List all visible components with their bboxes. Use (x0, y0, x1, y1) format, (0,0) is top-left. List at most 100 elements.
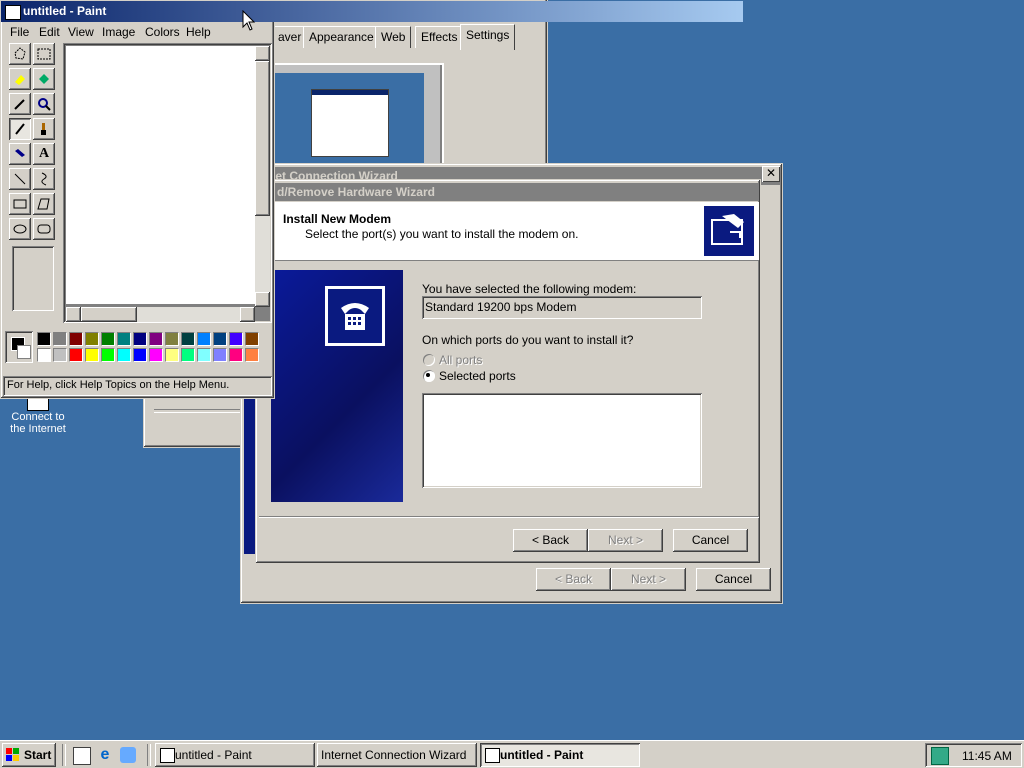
palette-swatch[interactable] (85, 332, 99, 346)
airbrush-icon[interactable] (9, 143, 31, 165)
taskbar-separator (147, 744, 151, 766)
icw-cancel-button[interactable]: Cancel (696, 568, 771, 591)
magnifier-icon[interactable] (33, 93, 55, 115)
palette-swatch[interactable] (149, 332, 163, 346)
palette-swatch[interactable] (69, 332, 83, 346)
icw-back-button[interactable]: < Back (536, 568, 611, 591)
palette-swatch[interactable] (245, 348, 259, 362)
text-tool-icon[interactable]: A (33, 143, 55, 165)
rectangle-icon[interactable] (9, 193, 31, 215)
radio-all-ports[interactable] (423, 354, 435, 366)
pencil-icon[interactable] (9, 118, 31, 140)
modem-next-button[interactable]: Next > (588, 529, 663, 552)
palette-swatch[interactable] (213, 332, 227, 346)
tab-effects[interactable]: Effects (415, 26, 464, 48)
wizard-header: Install New Modem Select the port(s) you… (259, 202, 759, 261)
menu-help[interactable]: Help (186, 25, 211, 39)
menu-colors[interactable]: Colors (145, 25, 180, 39)
line-icon[interactable] (9, 168, 31, 190)
menu-edit[interactable]: Edit (39, 25, 60, 39)
palette-swatch[interactable] (117, 332, 131, 346)
modem-wizard-titlebar: d/Remove Hardware Wizard (259, 183, 759, 201)
palette-swatch[interactable] (85, 348, 99, 362)
rect-select-icon[interactable] (33, 43, 55, 65)
drawing-canvas[interactable] (66, 46, 255, 304)
icw-next-button[interactable]: Next > (611, 568, 686, 591)
palette-swatch[interactable] (165, 332, 179, 346)
background-color[interactable] (17, 345, 31, 359)
palette-swatch[interactable] (229, 348, 243, 362)
start-label: Start (24, 748, 52, 762)
brush-icon[interactable] (33, 118, 55, 140)
palette-swatch[interactable] (213, 348, 227, 362)
curve-icon[interactable] (33, 168, 55, 190)
palette-swatch[interactable] (69, 348, 83, 362)
radio-selected-ports[interactable] (423, 370, 435, 382)
outlook-icon[interactable] (120, 747, 136, 763)
palette-swatch[interactable] (101, 332, 115, 346)
palette-swatch[interactable] (53, 348, 67, 362)
paint-task-icon-2 (485, 748, 500, 763)
palette-swatch[interactable] (101, 348, 115, 362)
hardware-icon (704, 206, 754, 256)
horizontal-scrollbar[interactable] (66, 307, 255, 322)
tool-options-box[interactable] (12, 246, 54, 311)
modem-cancel-button[interactable]: Cancel (673, 529, 748, 552)
modem-name-value: Standard 19200 bps Modem (425, 300, 577, 314)
taskbar-button-icw[interactable]: Internet Connection Wizard (317, 743, 477, 767)
palette-swatch[interactable] (229, 332, 243, 346)
header-subtitle: Select the port(s) you want to install t… (305, 227, 579, 241)
taskbar-button-paint-2[interactable]: untitled - Paint (480, 743, 640, 767)
modem-name-field: Standard 19200 bps Modem (422, 296, 702, 319)
desktop-icon-connect[interactable]: Connect to the Internet (4, 395, 72, 443)
status-bar: For Help, click Help Topics on the Help … (3, 376, 272, 396)
radio-selected-ports-label: Selected ports (439, 369, 516, 383)
palette-swatch[interactable] (133, 332, 147, 346)
polygon-icon[interactable] (33, 193, 55, 215)
modem-wizard-window: d/Remove Hardware Wizard Install New Mod… (255, 179, 761, 564)
show-desktop-icon[interactable] (73, 747, 91, 765)
palette-swatch[interactable] (197, 348, 211, 362)
tab-settings[interactable]: Settings (460, 24, 516, 50)
menu-view[interactable]: View (68, 25, 94, 39)
monitor-screen (274, 73, 424, 165)
palette-swatch[interactable] (133, 348, 147, 362)
palette-swatch[interactable] (117, 348, 131, 362)
palette-swatch[interactable] (37, 332, 51, 346)
vertical-scrollbar[interactable] (255, 46, 270, 307)
ellipse-icon[interactable] (9, 218, 31, 240)
menu-file[interactable]: File (10, 25, 29, 39)
radio-all-ports-label: All ports (439, 353, 483, 367)
free-select-icon[interactable] (9, 43, 31, 65)
rounded-rect-icon[interactable] (33, 218, 55, 240)
fill-icon[interactable] (33, 68, 55, 90)
ports-question: On which ports do you want to install it… (422, 333, 634, 347)
network-tray-icon[interactable] (931, 747, 949, 765)
palette-swatch[interactable] (165, 348, 179, 362)
palette-swatch[interactable] (149, 348, 163, 362)
mouse-cursor-icon (242, 10, 256, 31)
eraser-icon[interactable] (9, 68, 31, 90)
palette-swatch[interactable] (181, 332, 195, 346)
ports-listbox[interactable] (422, 393, 702, 488)
color-picker-icon[interactable] (9, 93, 31, 115)
ie-icon[interactable]: e (97, 747, 113, 763)
quicklaunch-separator (62, 744, 66, 766)
tab-web[interactable]: Web (375, 26, 412, 48)
icon-label-line2: the Internet (10, 423, 66, 435)
menu-image[interactable]: Image (102, 25, 135, 39)
paint-titlebar[interactable]: untitled - Paint (1, 1, 743, 22)
tab-appearance[interactable]: Appearance (303, 26, 380, 48)
palette-swatch[interactable] (37, 348, 51, 362)
modem-close-button[interactable]: ✕ (762, 166, 780, 182)
palette-swatch[interactable] (245, 332, 259, 346)
taskbar-button-paint-1[interactable]: untitled - Paint (155, 743, 315, 767)
clock[interactable]: 11:45 AM (962, 749, 1012, 763)
current-colors[interactable] (5, 331, 33, 363)
palette-swatch[interactable] (197, 332, 211, 346)
palette-swatch[interactable] (181, 348, 195, 362)
palette-swatch[interactable] (53, 332, 67, 346)
wizard-side-art (271, 270, 403, 502)
modem-back-button[interactable]: < Back (513, 529, 588, 552)
windows-logo-icon (6, 748, 20, 762)
